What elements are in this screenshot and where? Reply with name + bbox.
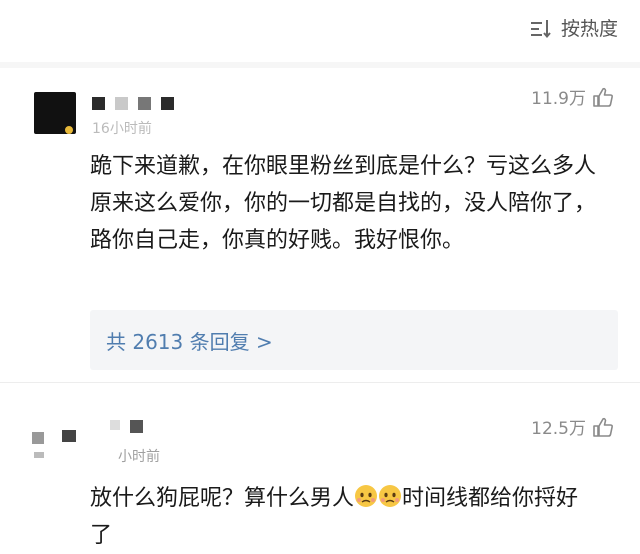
comment-time: 小时前 bbox=[118, 449, 160, 465]
sad-face-emoji-icon bbox=[355, 485, 378, 507]
like-button[interactable]: 12.5万 bbox=[531, 414, 614, 439]
username-redacted[interactable] bbox=[92, 97, 174, 110]
view-replies-button[interactable]: 共 2613 条回复 > bbox=[90, 310, 618, 370]
avatar[interactable] bbox=[34, 92, 76, 134]
comment-text-part1: 放什么狗屁呢？算什么男人 bbox=[90, 486, 355, 511]
comment-text: 放什么狗屁呢？算什么男人 时间线都给你捋好了 bbox=[90, 480, 600, 554]
avatar[interactable] bbox=[30, 420, 76, 462]
sort-lines-icon bbox=[530, 19, 551, 38]
sad-face-emoji-icon bbox=[379, 485, 402, 507]
like-button[interactable]: 11.9万 bbox=[531, 84, 614, 109]
sort-label: 按热度 bbox=[560, 18, 618, 40]
thumbs-up-icon bbox=[593, 87, 613, 107]
sort-by-hot-button[interactable]: 按热度 bbox=[529, 14, 618, 41]
like-count: 11.9万 bbox=[531, 89, 586, 109]
comment-text: 跪下来道歉，在你眼里粉丝到底是什么？亏这么多人原来这么爱你，你的一切都是自找的，… bbox=[90, 154, 597, 253]
like-count: 12.5万 bbox=[531, 419, 586, 439]
comment-time: 16小时前 bbox=[92, 121, 152, 137]
section-divider bbox=[0, 62, 640, 68]
reply-count-label: 共 2613 条回复 > bbox=[106, 329, 273, 354]
comment-divider bbox=[0, 382, 640, 383]
thumbs-up-icon bbox=[593, 417, 613, 437]
username-redacted[interactable] bbox=[110, 420, 143, 433]
